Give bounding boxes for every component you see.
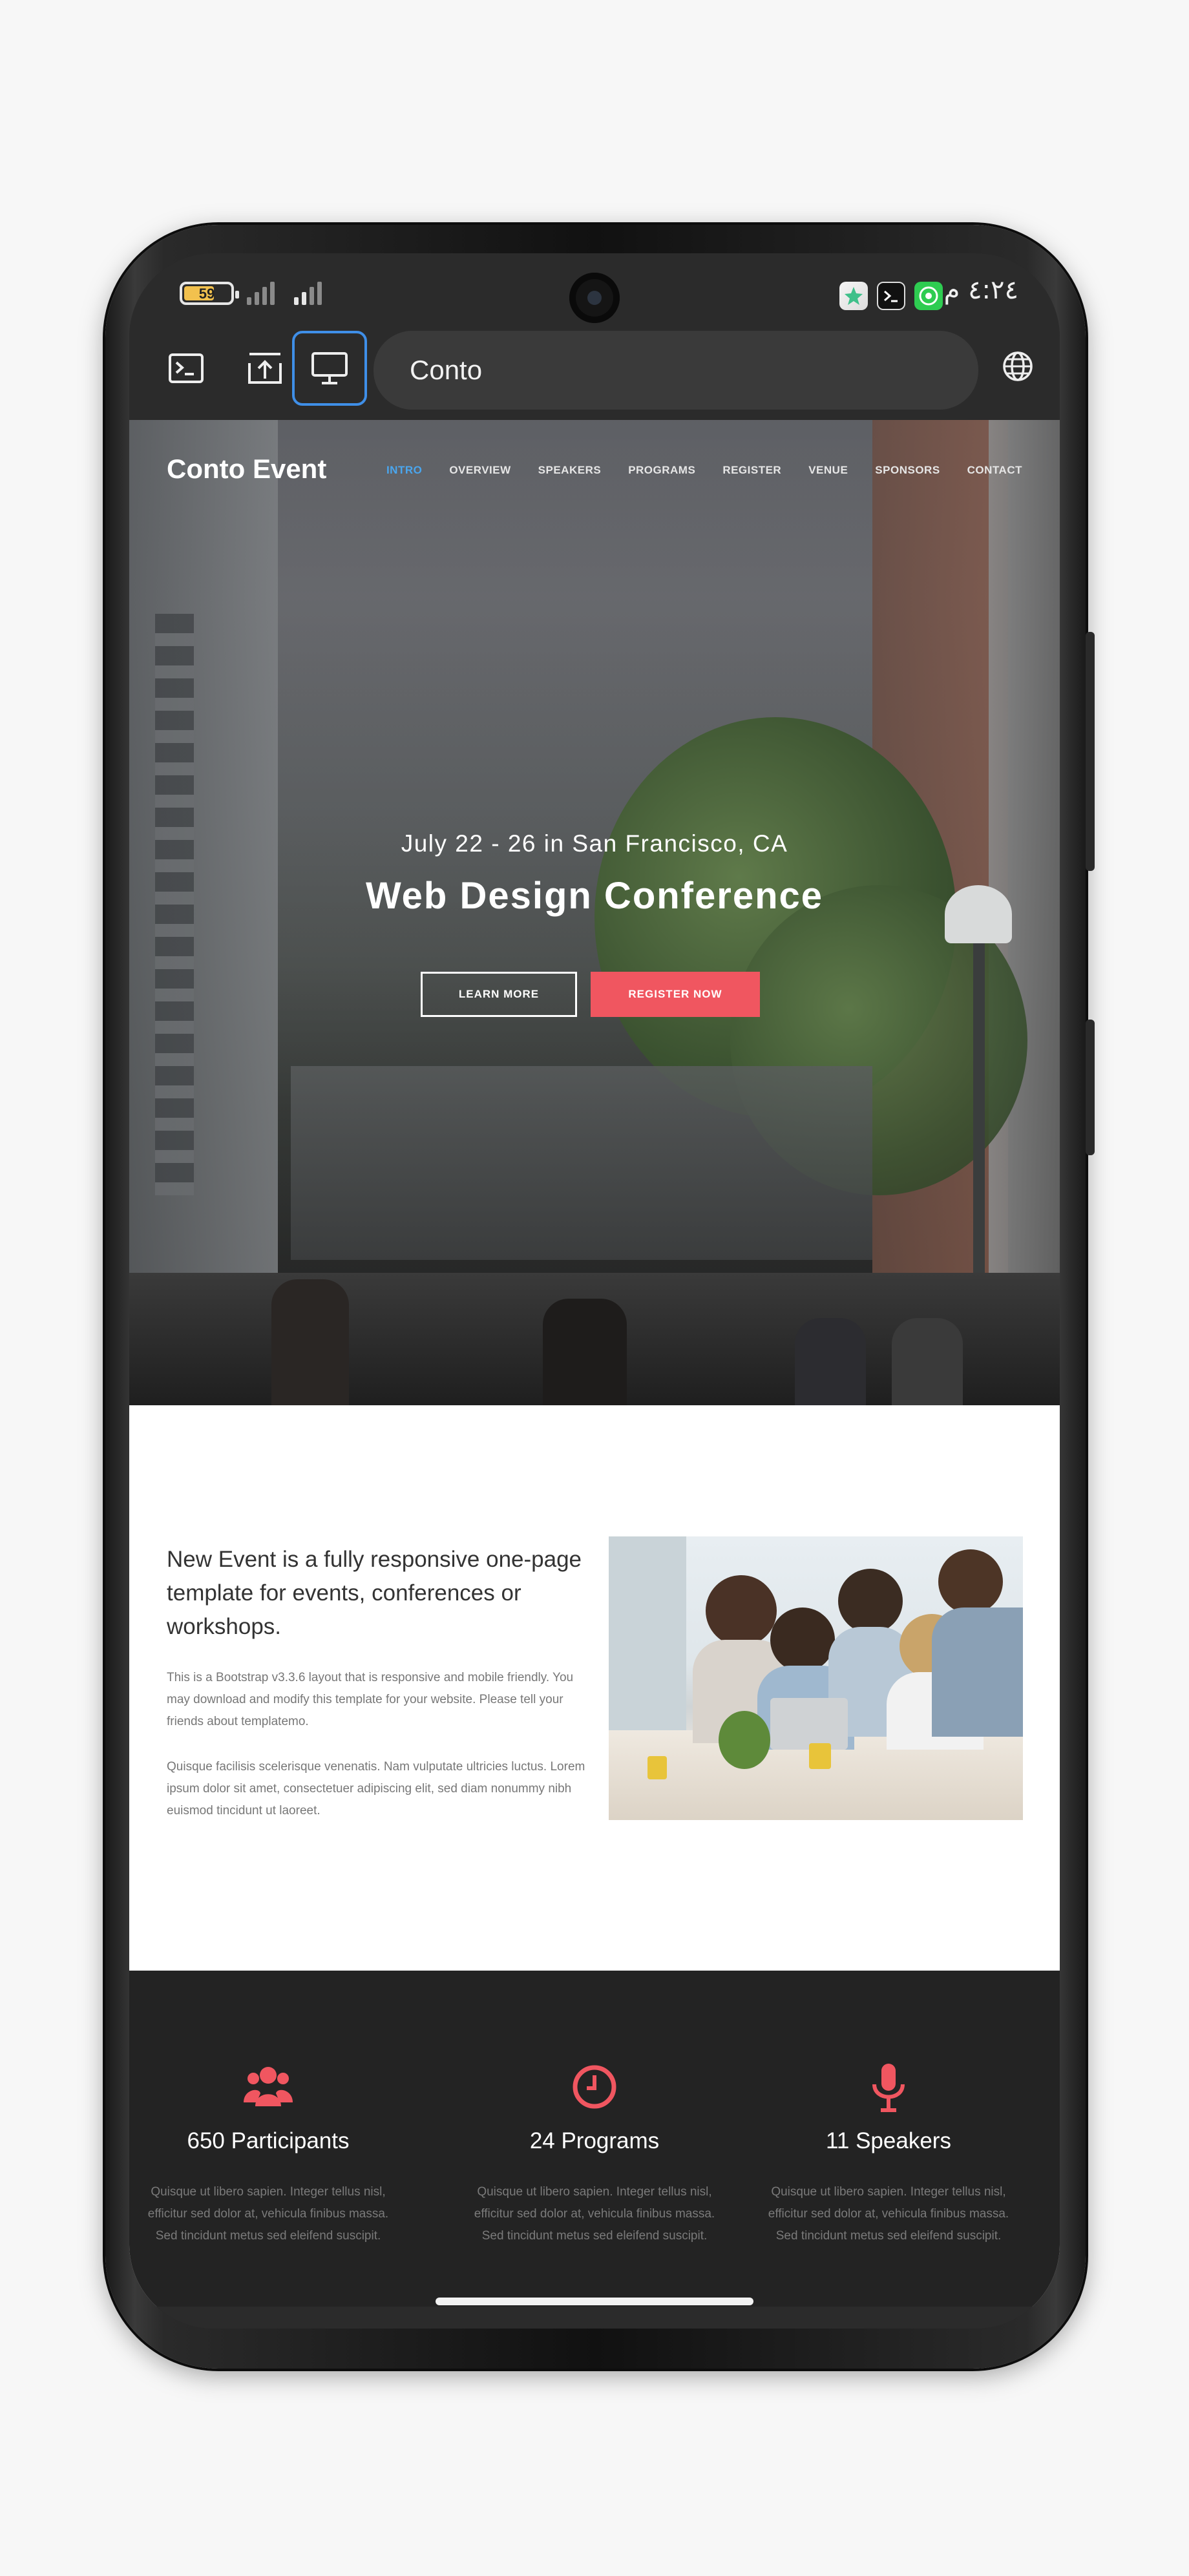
gesture-bar (129, 2307, 1060, 2329)
clock-icon (573, 2065, 616, 2109)
hero-person (795, 1318, 866, 1405)
status-clock: ٤:٢٤ م (943, 275, 1018, 305)
desktop-mode-icon (311, 352, 348, 384)
register-now-button[interactable]: REGISTER NOW (591, 972, 760, 1017)
terminal-app-icon (877, 282, 905, 310)
feature-title: 11 Speakers (826, 2128, 951, 2153)
features-section: 650 Participants Quisque ut libero sapie… (129, 1971, 1060, 2307)
battery-icon: 59 (180, 282, 239, 305)
signal-weak-icon (247, 279, 275, 305)
learn-more-button[interactable]: LEARN MORE (421, 972, 577, 1017)
battery-level: 59 (198, 286, 215, 302)
hero-title: Web Design Conference (365, 875, 824, 917)
terminal-icon (169, 353, 204, 383)
signal-icon (294, 279, 322, 305)
hero-subtitle: July 22 - 26 in San Francisco, CA (401, 830, 788, 857)
nav-sponsors[interactable]: SPONSORS (875, 464, 940, 477)
about-paragraph-1: This is a Bootstrap v3.3.6 layout that i… (167, 1671, 574, 1728)
nav-register[interactable]: REGISTER (722, 464, 781, 477)
nav-contact[interactable]: CONTACT (967, 464, 1022, 477)
upload-button[interactable] (227, 331, 302, 406)
url-bar[interactable]: Conto (374, 331, 978, 410)
about-heading: New Event is a fully responsive one-page… (167, 1547, 582, 1639)
feature-text: Quisque ut libero sapien. Integer tellus… (768, 2185, 1009, 2243)
power-button (1086, 1020, 1095, 1155)
browser-toolbar: Conto (129, 331, 1060, 420)
hero-street (291, 1066, 872, 1260)
nav-venue[interactable]: VENUE (808, 464, 848, 477)
app-store-icon (839, 282, 868, 310)
site-nav: INTRO OVERVIEW SPEAKERS PROGRAMS REGISTE… (386, 464, 1022, 477)
upload-icon (248, 353, 282, 384)
globe-button[interactable] (1002, 350, 1034, 386)
web-page: Conto Event INTRO OVERVIEW SPEAKERS PROG… (129, 420, 1060, 2307)
feature-text: Quisque ut libero sapien. Integer tellus… (474, 2185, 715, 2243)
hero-section: Conto Event INTRO OVERVIEW SPEAKERS PROG… (129, 420, 1060, 1405)
hero-person (543, 1299, 627, 1405)
nav-programs[interactable]: PROGRAMS (628, 464, 695, 477)
hero-person (892, 1318, 963, 1405)
users-icon (244, 2067, 293, 2106)
front-camera (569, 273, 620, 323)
volume-button (1086, 632, 1095, 871)
nav-overview[interactable]: OVERVIEW (449, 464, 510, 477)
phone-screen: 59 ٤:٢٤ م Conto Conto Event INTRO OVERVI… (129, 253, 1060, 2329)
feature-title: 650 Participants (187, 2128, 350, 2153)
site-brand[interactable]: Conto Event (167, 454, 326, 485)
hero-person (271, 1279, 349, 1405)
nav-intro[interactable]: INTRO (386, 464, 422, 477)
feature-title: 24 Programs (529, 2128, 660, 2153)
status-bar: 59 ٤:٢٤ م (129, 253, 1060, 331)
feature-text: Quisque ut libero sapien. Integer tellus… (147, 2185, 389, 2243)
terminal-button[interactable] (149, 331, 224, 406)
nav-speakers[interactable]: SPEAKERS (538, 464, 602, 477)
microphone-icon (872, 2064, 905, 2112)
desktop-mode-button[interactable] (292, 331, 367, 406)
team-photo (609, 1536, 1023, 1820)
home-indicator[interactable] (436, 2298, 753, 2305)
about-paragraph-2: Quisque facilisis scelerisque venenatis.… (167, 1760, 585, 1817)
globe-icon (1003, 351, 1033, 381)
chat-app-icon (914, 282, 943, 310)
